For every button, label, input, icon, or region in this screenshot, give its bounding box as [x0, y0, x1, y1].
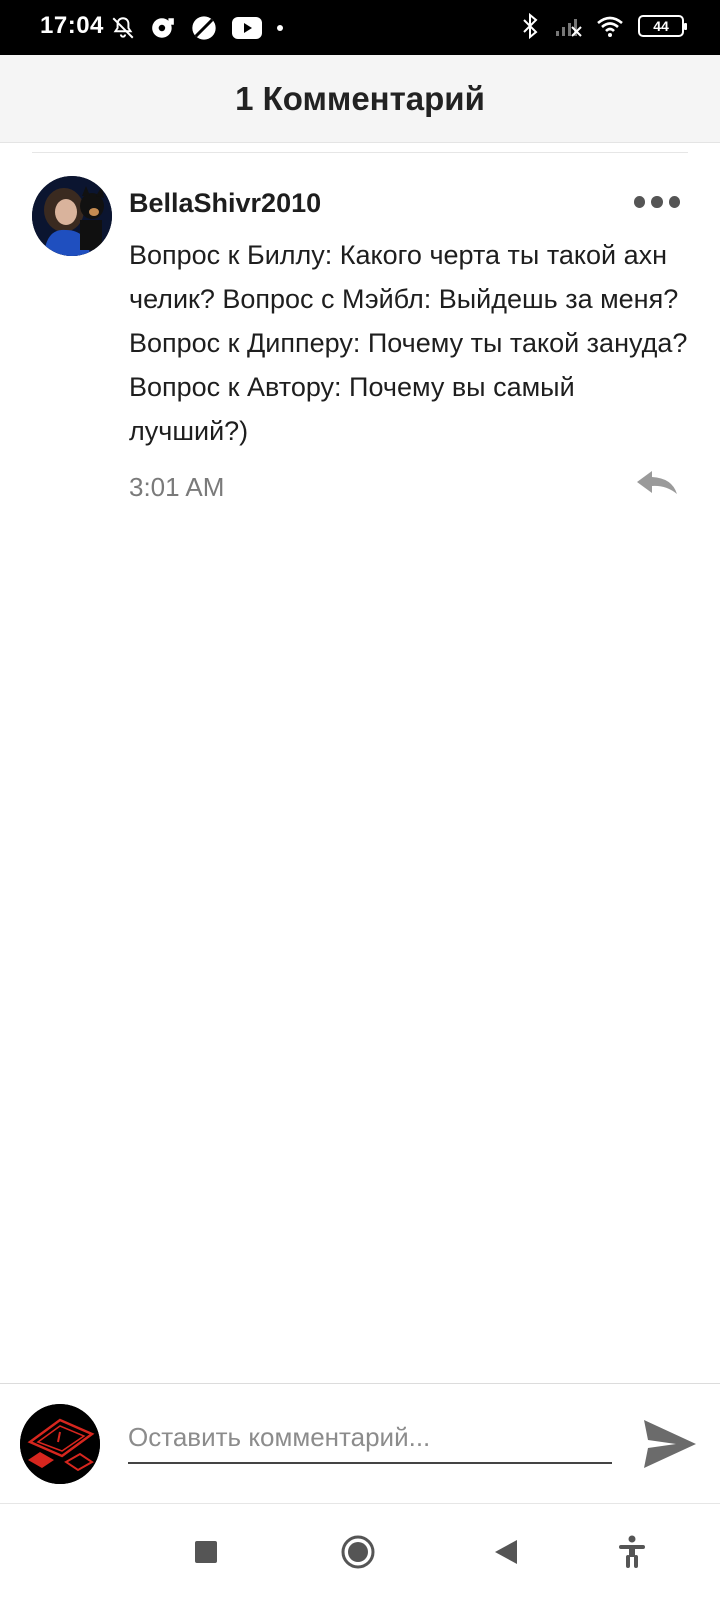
battery-level: 44	[653, 18, 669, 34]
accessibility-icon[interactable]	[612, 1532, 652, 1572]
status-icons-left	[110, 14, 284, 42]
signal-icon	[556, 19, 582, 37]
battery-icon: 44	[638, 15, 687, 37]
user-avatar[interactable]	[20, 1404, 100, 1484]
home-circle-icon[interactable]	[338, 1532, 378, 1572]
more-dots-icon[interactable]	[634, 194, 680, 210]
header: 1 Комментарий	[0, 55, 720, 143]
sim-disk-icon	[152, 18, 174, 38]
comment-composer	[0, 1383, 720, 1503]
status-time: 17:04	[40, 12, 104, 39]
user-avatar-image	[20, 1404, 100, 1484]
comment-author[interactable]: BellaShivr2010	[129, 188, 321, 219]
status-icons-right: 44	[520, 13, 687, 39]
more-dot	[634, 196, 646, 208]
comment-time: 3:01 AM	[129, 472, 225, 502]
bell-off-icon	[112, 17, 134, 39]
bluetooth-icon	[523, 13, 538, 39]
more-dot	[651, 196, 663, 208]
youtube-icon	[232, 17, 262, 39]
system-nav-bar	[0, 1504, 720, 1600]
more-dot	[668, 196, 680, 208]
dot-icon	[277, 25, 283, 31]
send-icon[interactable]	[640, 1416, 698, 1472]
no-sign-icon	[192, 16, 216, 40]
comment-text: Вопрос к Биллу: Какого черта ты такой ах…	[129, 240, 688, 446]
divider	[32, 152, 688, 153]
avatar-image	[32, 176, 112, 256]
wifi-icon	[597, 16, 623, 37]
avatar[interactable]	[32, 176, 112, 256]
battery-tip	[684, 23, 687, 30]
status-bar: 17:04 44	[0, 0, 720, 55]
page-title: 1 Комментарий	[235, 79, 485, 117]
comment-input[interactable]	[128, 1412, 612, 1464]
recents-square-icon[interactable]	[186, 1532, 226, 1572]
back-triangle-icon[interactable]	[486, 1532, 526, 1572]
reply-icon[interactable]	[634, 468, 680, 498]
